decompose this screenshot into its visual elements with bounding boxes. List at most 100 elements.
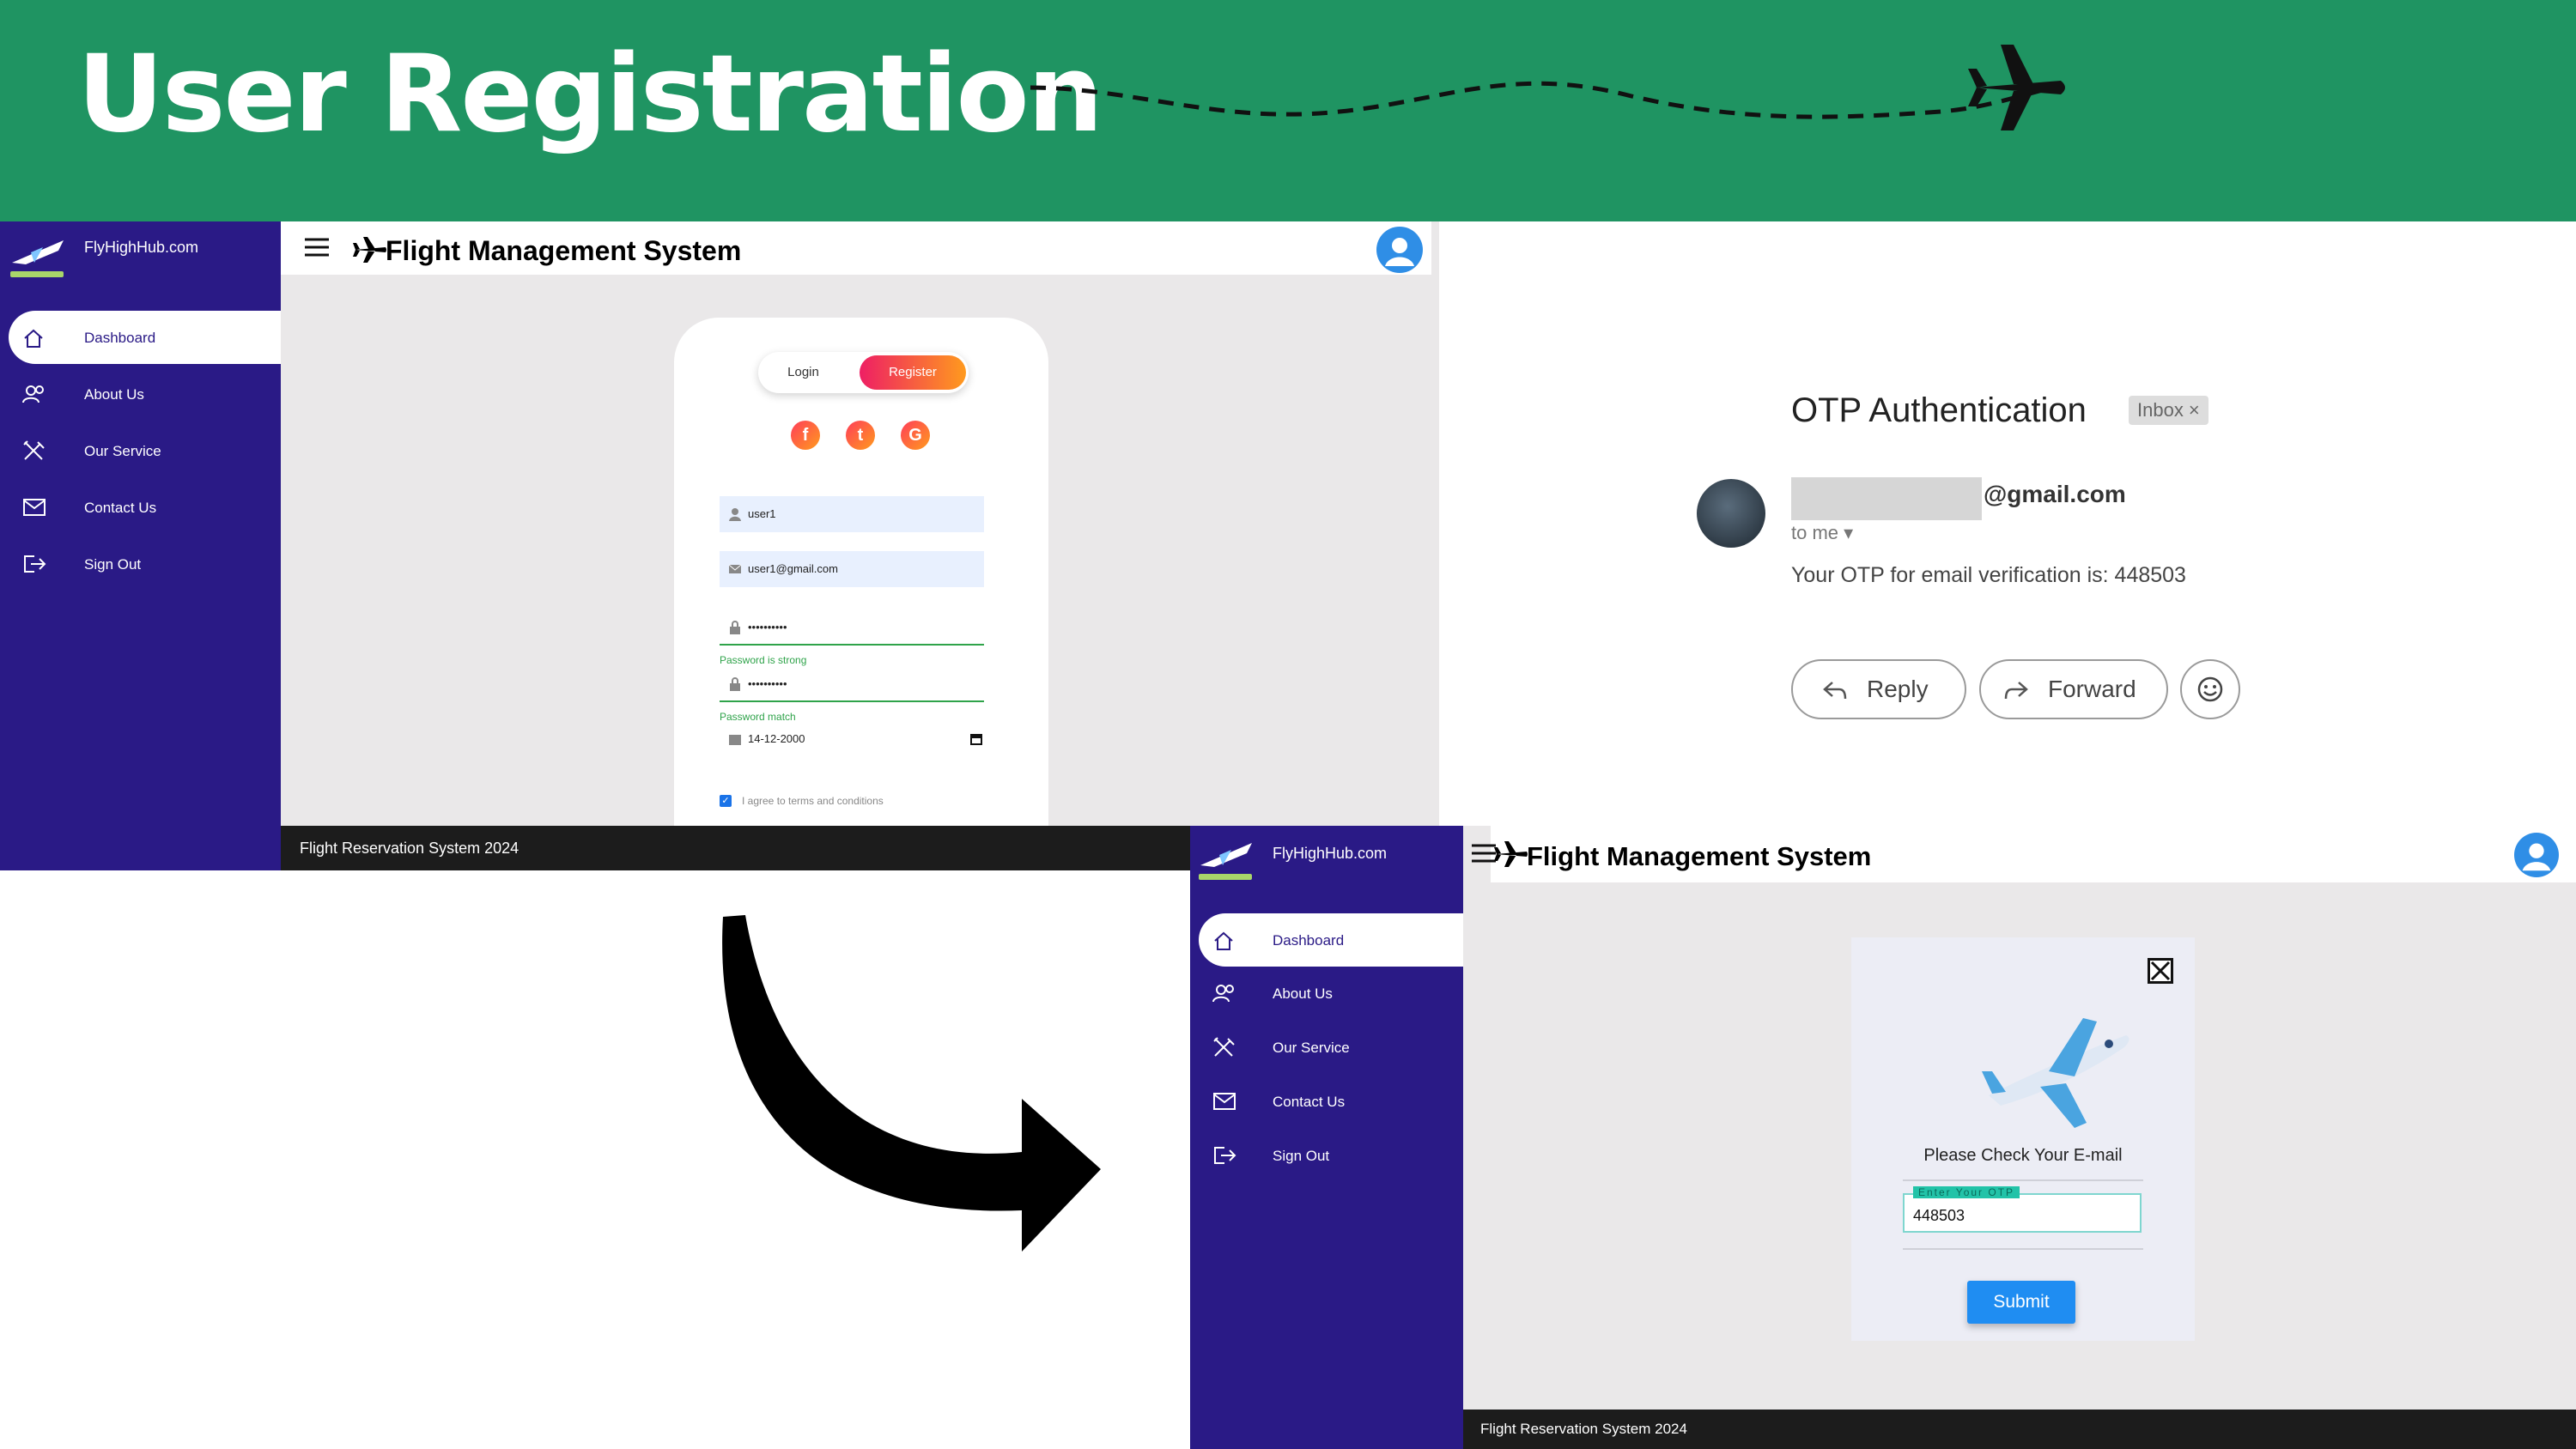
forward-label: Forward	[2048, 676, 2136, 702]
app-title: Flight Management System	[1527, 841, 1872, 871]
users-icon	[22, 385, 44, 403]
tab-login[interactable]: Login	[758, 352, 848, 393]
sender-email: @gmail.com	[1984, 481, 2126, 507]
sidebar: FlyHighHub.com Dashboard About Us Our Se…	[1190, 826, 1463, 1449]
user-icon	[2522, 843, 2551, 871]
register-card: Login Register f t G user1 user1@gmail.c…	[674, 318, 1048, 870]
password-strength-hint: Password is strong	[720, 654, 807, 666]
lock-icon	[730, 677, 740, 691]
logo-icon	[10, 240, 64, 277]
sign-out-icon	[24, 555, 46, 573]
sidebar-item-label: About Us	[84, 386, 144, 403]
title-banner: User Registration	[0, 0, 2576, 221]
registration-screen: FlyHighHub.com Dashboard About Us Our Se…	[0, 221, 1439, 870]
email-screen: OTP Authentication Inbox × @gmail.com to…	[1439, 221, 2576, 826]
mail-icon	[1213, 1093, 1236, 1110]
divider	[1903, 1248, 2143, 1250]
terms-checkbox[interactable]: ✓	[720, 795, 732, 807]
sign-out-icon	[1214, 1147, 1236, 1164]
lock-icon	[730, 621, 740, 634]
sidebar-item-label: Sign Out	[1273, 1148, 1330, 1164]
sidebar-item-about[interactable]: About Us	[1190, 972, 1463, 1015]
forward-button[interactable]: Forward	[1979, 659, 2168, 719]
close-button[interactable]	[2148, 958, 2173, 984]
calendar-icon	[729, 735, 741, 745]
home-icon	[1214, 931, 1233, 950]
logo-icon	[1199, 843, 1252, 880]
password-field[interactable]: ••••••••••	[720, 609, 984, 646]
otp-input[interactable]: Enter Your OTP 448503	[1903, 1186, 2142, 1233]
tools-icon	[1213, 1037, 1235, 1057]
submit-button[interactable]: Submit	[1967, 1281, 2075, 1324]
forward-icon	[2004, 682, 2028, 700]
divider	[1903, 1179, 2143, 1181]
confirm-password-field[interactable]: ••••••••••	[720, 666, 984, 702]
site-name: FlyHighHub.com	[1273, 845, 1388, 862]
email-field[interactable]: user1@gmail.com	[720, 551, 984, 587]
sidebar-item-label: Our Service	[84, 443, 161, 459]
envelope-icon	[728, 564, 742, 573]
emoji-button[interactable]	[2180, 659, 2240, 719]
inbox-badge[interactable]: Inbox ×	[2129, 396, 2208, 425]
home-icon	[24, 329, 43, 348]
close-icon	[2150, 961, 2171, 981]
twitter-icon[interactable]: t	[846, 421, 875, 450]
dob-value: 14-12-2000	[748, 732, 805, 745]
sidebar-item-label: About Us	[1273, 985, 1333, 1002]
airplane-icon	[1494, 841, 1528, 867]
dob-field[interactable]: 14-12-2000	[720, 721, 984, 757]
google-icon[interactable]: G	[901, 421, 930, 450]
sidebar-item-dashboard[interactable]: Dashboard	[9, 311, 281, 364]
user-icon	[729, 508, 741, 521]
reply-label: Reply	[1867, 676, 1929, 702]
airplane-icon	[1968, 45, 2065, 130]
sidebar-item-signout[interactable]: Sign Out	[0, 543, 281, 585]
email-value: user1@gmail.com	[748, 562, 838, 575]
tab-register[interactable]: Register	[860, 355, 966, 390]
top-bar: Flight Management System	[1472, 826, 2576, 882]
emoji-icon	[2197, 676, 2223, 702]
sidebar-item-dashboard[interactable]: Dashboard	[1199, 913, 1463, 967]
username-field[interactable]: user1	[720, 496, 984, 532]
sidebar-item-service[interactable]: Our Service	[1190, 1026, 1463, 1069]
recipient-details[interactable]: to me ▾	[1791, 522, 1853, 544]
avatar[interactable]	[1376, 227, 1423, 273]
sidebar-item-label: Contact Us	[1273, 1094, 1346, 1110]
sidebar-item-label: Dashboard	[84, 330, 156, 346]
password-value: ••••••••••	[748, 621, 787, 634]
footer: Flight Reservation System 2024	[1463, 1410, 2576, 1449]
sender-avatar	[1697, 479, 1765, 548]
avatar[interactable]	[2514, 833, 2559, 877]
otp-input-value: 448503	[1913, 1207, 1965, 1224]
airplane-icon	[353, 237, 386, 263]
terms-label: I agree to terms and conditions	[742, 795, 884, 807]
date-picker-icon[interactable]	[970, 733, 982, 745]
banner-title: User Registration	[77, 33, 1103, 156]
sidebar-item-signout[interactable]: Sign Out	[1190, 1134, 1463, 1177]
airplane-illustration	[1982, 1018, 2129, 1128]
sidebar-item-contact[interactable]: Contact Us	[0, 486, 281, 529]
sidebar-item-about[interactable]: About Us	[0, 373, 281, 415]
menu-icon[interactable]	[303, 237, 331, 258]
app-title: Flight Management System	[386, 235, 742, 266]
sidebar-item-label: Contact Us	[84, 500, 157, 516]
sidebar-item-label: Dashboard	[1273, 932, 1345, 949]
otp-input-label: Enter Your OTP	[1913, 1186, 2020, 1198]
flow-arrow-icon	[722, 915, 1101, 1252]
mail-icon	[23, 499, 46, 516]
user-icon	[1385, 238, 1414, 266]
dashed-flight-path	[1030, 81, 2062, 119]
footer-text: Flight Reservation System 2024	[1480, 1421, 1687, 1437]
mail-subject: OTP Authentication	[1791, 391, 2087, 429]
facebook-icon[interactable]: f	[791, 421, 820, 450]
sidebar-item-service[interactable]: Our Service	[0, 429, 281, 472]
otp-dialog: Please Check Your E-mail Enter Your OTP …	[1851, 937, 2195, 1341]
reply-button[interactable]: Reply	[1791, 659, 1966, 719]
site-name: FlyHighHub.com	[84, 239, 199, 256]
reply-icon	[1823, 682, 1847, 700]
sender-redaction	[1791, 477, 1982, 520]
sidebar: FlyHighHub.com Dashboard About Us Our Se…	[0, 221, 281, 870]
sidebar-item-contact[interactable]: Contact Us	[1190, 1080, 1463, 1123]
sidebar-item-label: Our Service	[1273, 1040, 1350, 1056]
mail-body: Your OTP for email verification is: 4485…	[1791, 563, 2186, 587]
